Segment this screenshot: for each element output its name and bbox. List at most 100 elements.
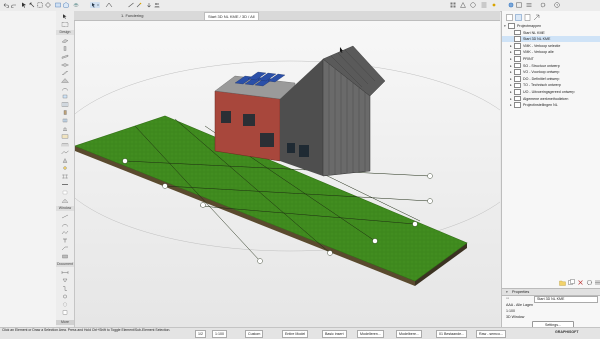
pen-set-selector[interactable]: Custom xyxy=(245,329,264,338)
3d-view-icon[interactable] xyxy=(63,2,69,8)
grid-tool-icon[interactable] xyxy=(61,174,69,179)
navigator-item[interactable]: ▸ UO - Uitvoeringsgereed ontwerp xyxy=(502,89,600,95)
slab-tool-icon[interactable] xyxy=(61,62,69,67)
toolbox-section-design[interactable]: Design xyxy=(56,30,74,35)
zoom-value[interactable]: 1/2 xyxy=(195,329,206,338)
redo-icon[interactable] xyxy=(11,2,17,8)
navigator-item[interactable]: Start NL KME xyxy=(502,29,600,36)
navigator-item[interactable]: ▾ Projectmappen xyxy=(502,23,600,29)
measure-icon[interactable] xyxy=(128,2,134,8)
delete-view-icon[interactable] xyxy=(577,279,584,286)
roof-tool-icon[interactable] xyxy=(61,78,69,83)
lamp-tool-icon[interactable] xyxy=(61,166,69,171)
navigator-item[interactable]: ▸ SO - Structuur ontwerp xyxy=(502,62,600,69)
text-tool-icon[interactable] xyxy=(61,238,69,243)
dimension-tool-icon[interactable] xyxy=(61,270,69,275)
marquee-rotated-icon[interactable] xyxy=(45,2,51,8)
navigator-item[interactable]: ▸ DO - Definitief ontwerp xyxy=(502,76,600,82)
undo-icon[interactable] xyxy=(3,2,9,8)
selection-mode-icon[interactable] xyxy=(90,2,100,8)
layout-book-icon[interactable] xyxy=(524,14,531,21)
3d-viewport[interactable] xyxy=(75,21,500,327)
layers-icon[interactable] xyxy=(73,2,79,8)
navigator-item[interactable]: ▸ Algemene werkmethodieken xyxy=(502,95,600,102)
opening-tool-icon[interactable] xyxy=(61,190,69,195)
marquee-icon[interactable] xyxy=(37,2,43,8)
window-tool-icon[interactable] xyxy=(61,118,69,123)
beam-alt-tool-icon[interactable] xyxy=(61,182,69,187)
beam-tool-icon[interactable] xyxy=(61,54,69,59)
magic-wand-icon[interactable] xyxy=(136,2,142,8)
model-view-selector[interactable]: Entire Model xyxy=(282,329,309,338)
layer-selector[interactable]: Basic insert xyxy=(322,329,347,338)
settings-icon[interactable] xyxy=(540,2,546,8)
polyline-tool-icon[interactable] xyxy=(61,230,69,235)
object-tool-icon[interactable] xyxy=(61,126,69,131)
sun-icon[interactable] xyxy=(491,2,497,8)
3d-model-scene[interactable] xyxy=(75,21,500,327)
view-name-field[interactable]: Start 3D NL KME xyxy=(534,296,598,303)
arrow-tool-icon[interactable] xyxy=(61,14,69,19)
railing-tool-icon[interactable] xyxy=(61,142,69,147)
clone-view-icon[interactable] xyxy=(568,279,575,286)
tab-3d-view[interactable]: Start 3D NL KME / 3D / All xyxy=(204,12,259,20)
toolbox-section-window[interactable]: Window xyxy=(56,206,74,211)
window-icon[interactable] xyxy=(516,2,522,8)
new-folder-icon[interactable] xyxy=(559,279,566,286)
snap-tool-icon[interactable] xyxy=(104,2,114,8)
skylight-tool-icon[interactable] xyxy=(61,94,69,99)
panel-options-icon[interactable] xyxy=(594,279,600,286)
curtain-wall-tool-icon[interactable] xyxy=(61,102,69,107)
label-tool-icon[interactable] xyxy=(61,246,69,251)
tab-floor-plan[interactable]: 1. Fundering xyxy=(118,12,146,19)
view-scale[interactable]: 1:100 xyxy=(506,309,515,314)
marquee-tool-icon[interactable] xyxy=(61,22,69,27)
project-map-icon[interactable] xyxy=(506,14,513,21)
shell-tool-icon[interactable] xyxy=(61,86,69,91)
help-icon[interactable]: ? xyxy=(554,2,560,8)
worksheet-tool-icon[interactable] xyxy=(61,310,69,315)
navigator-item[interactable]: ▸ VMK - Verkoop alle xyxy=(502,49,600,56)
publisher-icon[interactable] xyxy=(533,14,540,21)
navigator-item[interactable]: ▸ VMK - Verkoop selectie xyxy=(502,43,600,49)
navigator-item[interactable]: ▸ TO - Technisch ontwerp xyxy=(502,82,600,89)
elevation-tool-icon[interactable] xyxy=(61,294,69,299)
plan-view-icon[interactable] xyxy=(55,2,61,8)
navigator-item[interactable]: ▸ PRINT xyxy=(502,56,600,62)
column-tool-icon[interactable] xyxy=(61,46,69,51)
level-dimension-icon[interactable] xyxy=(61,278,69,283)
scale-selector[interactable]: 1:100 xyxy=(212,329,227,338)
truss-tool-icon[interactable] xyxy=(61,198,69,203)
model-combo[interactable]: Modelbere... xyxy=(396,329,422,338)
section-tool-icon[interactable] xyxy=(61,286,69,291)
toolbox-more-button[interactable]: More xyxy=(56,320,74,325)
structure-combo[interactable]: Modelleren... xyxy=(357,329,384,338)
mesh-icon[interactable] xyxy=(481,2,487,8)
view-map-icon[interactable] xyxy=(515,14,522,21)
layer-combination[interactable]: AAA - Alle Lagen xyxy=(506,303,533,308)
detail-tool-icon[interactable] xyxy=(61,302,69,307)
renovation-combo[interactable]: 01 Bestaande... xyxy=(436,329,468,338)
navigator-item[interactable]: ▸ Projectinstellingen NL xyxy=(502,102,600,108)
graphic-override-combo[interactable]: Raw - semco... xyxy=(476,329,506,338)
shape-icon[interactable] xyxy=(460,2,466,8)
teamwork-icon[interactable] xyxy=(154,2,160,8)
cursor-icon[interactable] xyxy=(21,2,27,8)
stair-tool-icon[interactable] xyxy=(61,70,69,75)
wall-tool-icon[interactable] xyxy=(61,38,69,43)
properties-header[interactable]: ▾ Properties xyxy=(502,288,600,296)
mesh-tool-icon[interactable] xyxy=(61,150,69,155)
view-settings-icon[interactable] xyxy=(586,279,593,286)
navigator-item[interactable]: Start 3D NL KME xyxy=(502,36,600,43)
organizer-icon[interactable] xyxy=(526,2,532,8)
door-tool-icon[interactable] xyxy=(61,110,69,115)
view-grid-icon[interactable] xyxy=(450,2,456,8)
arc-tool-icon[interactable] xyxy=(61,222,69,227)
morph-tool-icon[interactable] xyxy=(61,158,69,163)
arrow-tool-icon[interactable] xyxy=(29,2,35,8)
globe-icon[interactable] xyxy=(508,2,514,8)
line-tool-icon[interactable] xyxy=(61,214,69,219)
render-icon[interactable] xyxy=(470,2,476,8)
zone-tool-icon[interactable] xyxy=(61,134,69,139)
toolbox-section-document[interactable]: Document xyxy=(56,262,74,267)
